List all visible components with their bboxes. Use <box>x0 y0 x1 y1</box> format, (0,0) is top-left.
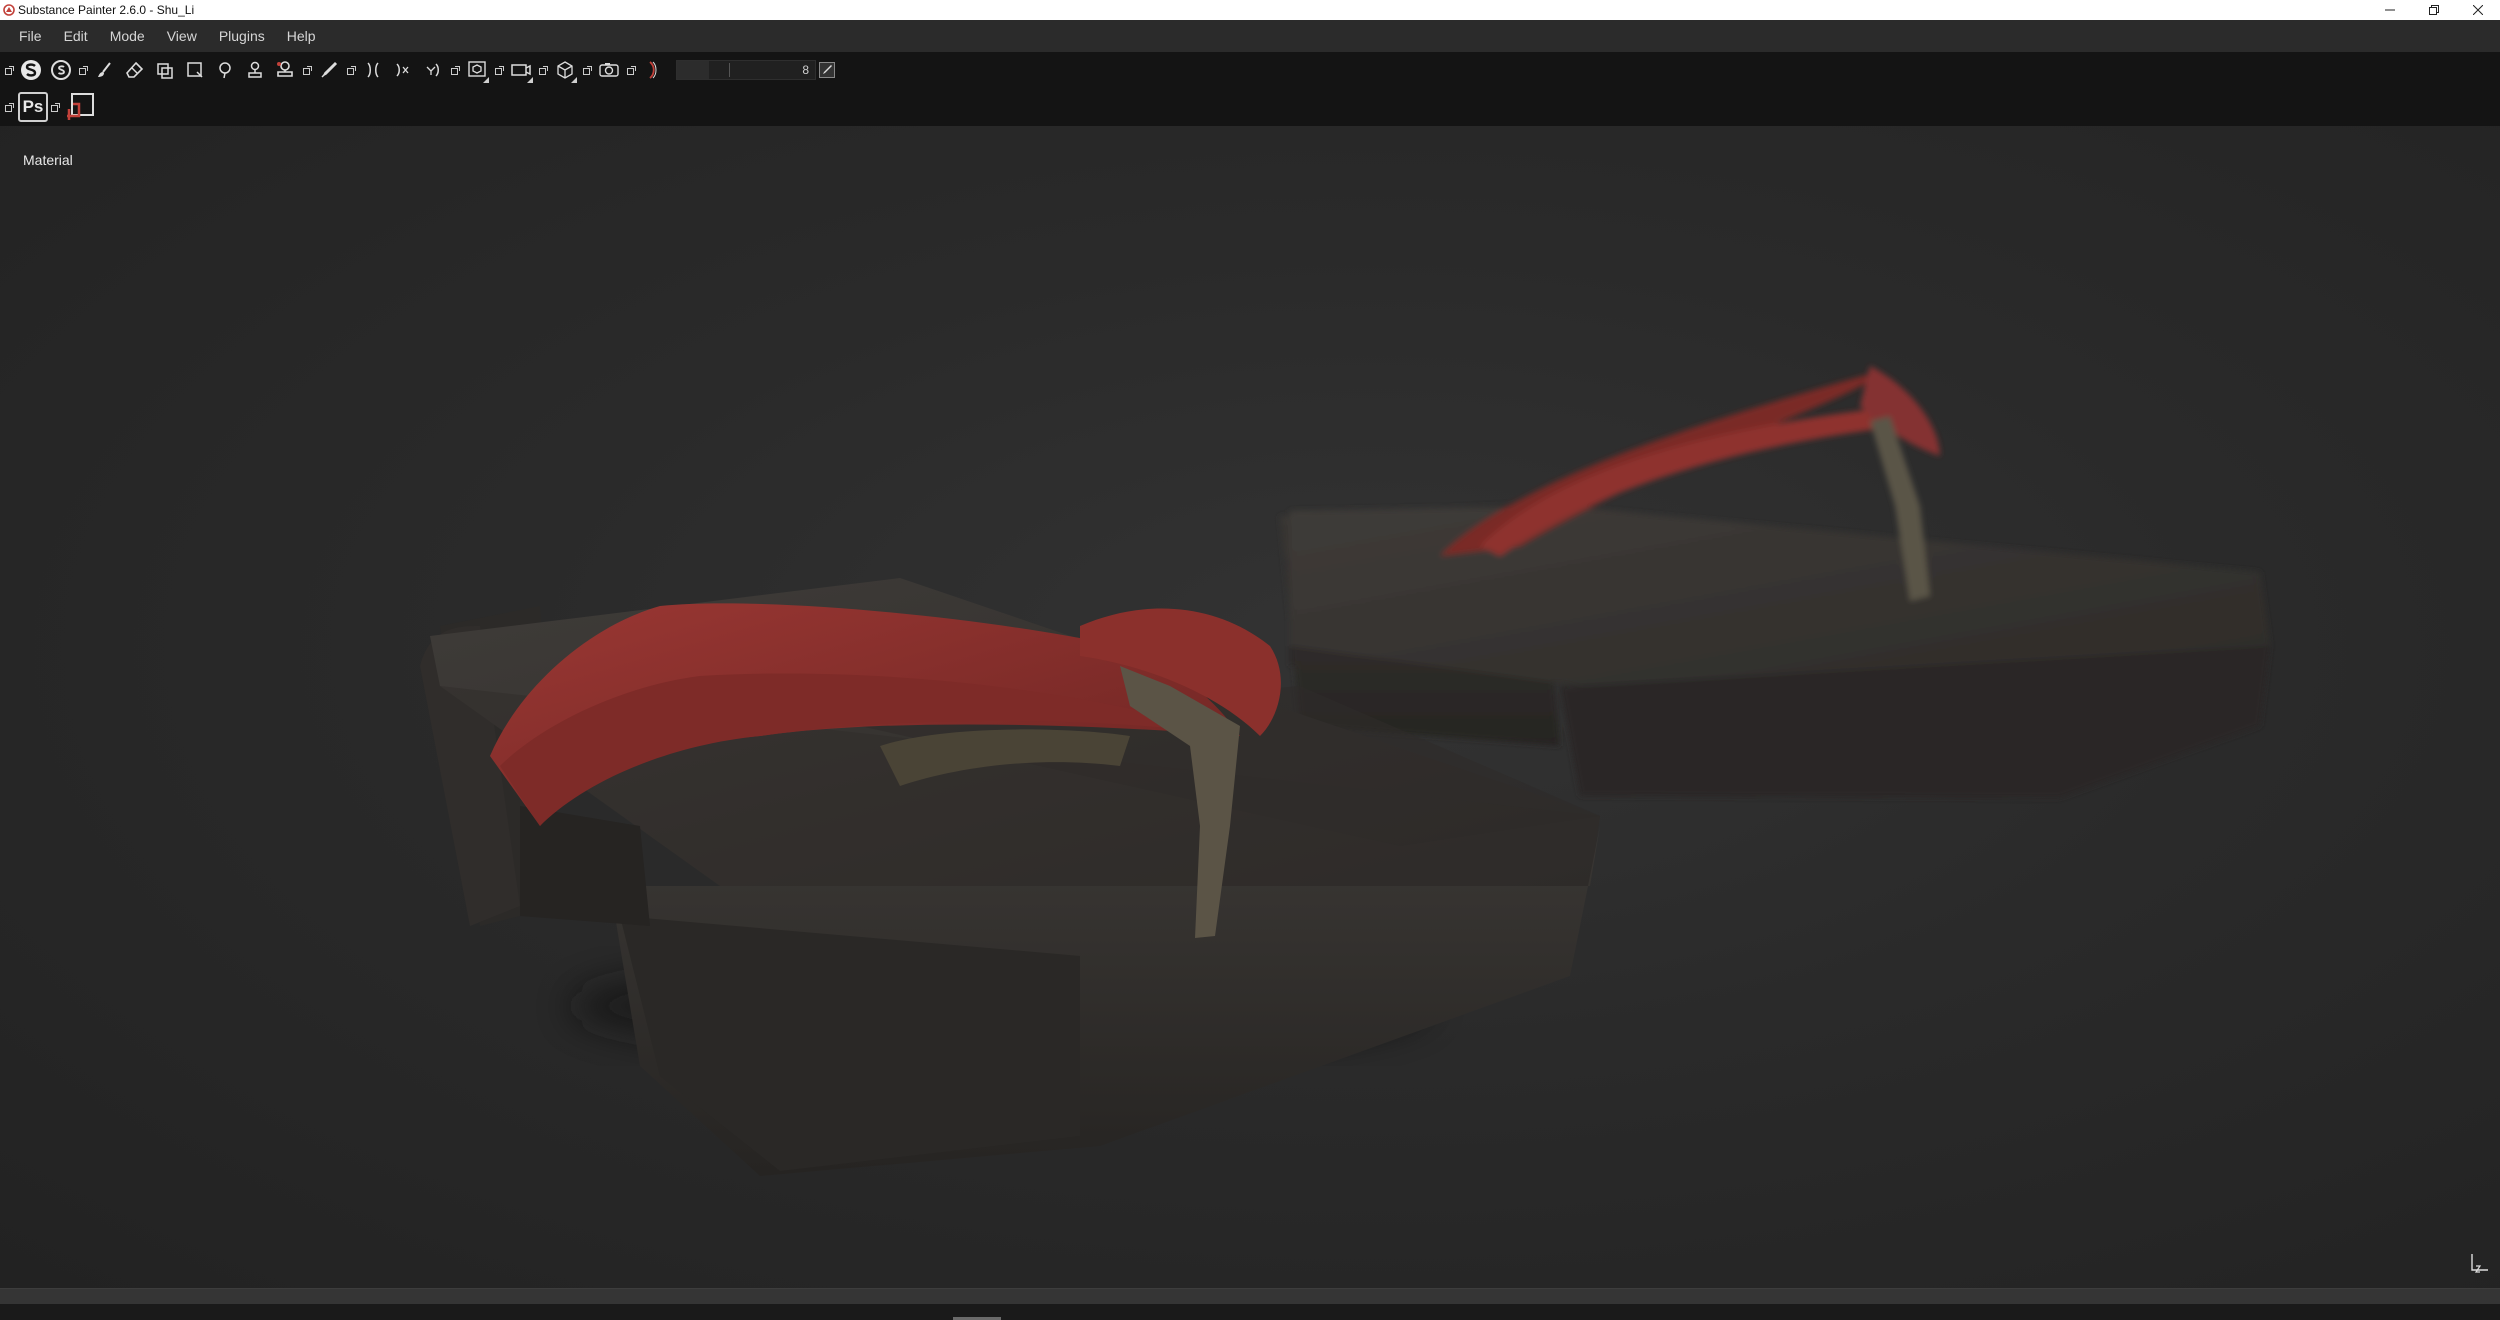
symmetry-y-button[interactable] <box>418 55 448 85</box>
symmetry-tool-button[interactable] <box>358 55 388 85</box>
detach-icon <box>346 65 356 75</box>
clone-icon <box>248 61 262 78</box>
axis-gizmo-icon <box>2471 1254 2488 1273</box>
viewport-mode-label: Material <box>23 152 73 168</box>
brush-size-fill <box>677 61 709 79</box>
detach-icon <box>450 65 460 75</box>
projection-icon <box>157 63 173 79</box>
polygon-fill-tool-button[interactable] <box>180 55 210 85</box>
material-picker-tool-button[interactable] <box>270 55 300 85</box>
detach-toggle[interactable] <box>624 55 638 85</box>
substance-painter-logo-icon <box>3 4 15 16</box>
camera-mode-button[interactable] <box>506 55 536 85</box>
smudge-tool-button[interactable] <box>210 55 240 85</box>
brush-edit-button[interactable] <box>816 55 838 85</box>
brush-size-marker <box>729 63 730 77</box>
symmetry-bracket-icon <box>649 61 657 79</box>
menu-bar: File Edit Mode View Plugins Help <box>0 20 2500 52</box>
detach-icon <box>4 65 14 75</box>
substance-source-button[interactable] <box>16 55 46 85</box>
clone-tool-button[interactable] <box>240 55 270 85</box>
detach-icon <box>78 65 88 75</box>
screenshot-icon <box>599 63 619 77</box>
material-picker-icon <box>277 61 293 77</box>
symmetry-y-icon <box>426 63 439 77</box>
detach-toggle[interactable] <box>2 92 16 122</box>
close-icon <box>2473 5 2483 15</box>
detach-icon <box>538 65 548 75</box>
pencil-icon <box>819 62 835 78</box>
resources-updater-button[interactable] <box>62 92 98 122</box>
window-controls <box>2368 0 2500 20</box>
viewport-bottom-strip <box>0 1288 2500 1304</box>
detach-toggle[interactable] <box>492 55 506 85</box>
restore-button[interactable] <box>2412 0 2456 20</box>
detach-icon <box>302 65 312 75</box>
substance-share-icon <box>51 60 71 80</box>
menu-mode[interactable]: Mode <box>99 20 156 52</box>
brush-size-slider[interactable]: 8 <box>676 60 816 80</box>
photoshop-export-button[interactable]: Ps <box>18 92 48 122</box>
menu-file[interactable]: File <box>8 20 53 52</box>
close-button[interactable] <box>2456 0 2500 20</box>
symmetry-icon <box>367 62 379 78</box>
pipette-tool-button[interactable] <box>314 55 344 85</box>
display-mode-button[interactable] <box>462 55 492 85</box>
paint-icon <box>98 62 111 77</box>
symmetry-x-button[interactable] <box>388 55 418 85</box>
detach-toggle[interactable] <box>580 55 594 85</box>
menu-view[interactable]: View <box>156 20 208 52</box>
detach-toggle[interactable] <box>344 55 358 85</box>
status-bar <box>0 1304 2500 1320</box>
detach-toggle[interactable] <box>300 55 314 85</box>
smudge-icon <box>219 62 231 79</box>
eraser-icon <box>126 61 144 78</box>
pipette-icon <box>321 61 338 78</box>
detach-icon <box>50 102 60 112</box>
detach-icon <box>4 102 14 112</box>
screenshot-button[interactable] <box>594 55 624 85</box>
minimize-button[interactable] <box>2368 0 2412 20</box>
detach-toggle[interactable] <box>536 55 550 85</box>
menu-help[interactable]: Help <box>276 20 327 52</box>
3d-viewport[interactable]: Material <box>0 126 2500 1288</box>
projection-tool-button[interactable] <box>150 55 180 85</box>
back-sandal <box>1280 366 2270 798</box>
minimize-icon <box>2385 9 2395 11</box>
tool-toolbar: 8 <box>0 52 2500 88</box>
substance-share-button[interactable] <box>46 55 76 85</box>
symmetry-x-icon <box>396 63 409 77</box>
resources-updater-icon <box>67 93 94 120</box>
paint-tool-button[interactable] <box>90 55 120 85</box>
detach-icon <box>494 65 504 75</box>
substance-logo-icon <box>21 60 41 80</box>
title-bar: Substance Painter 2.6.0 - Shu_Li <box>0 0 2500 20</box>
polygon-fill-icon <box>187 62 203 78</box>
menu-edit[interactable]: Edit <box>53 20 99 52</box>
detach-toggle[interactable] <box>48 92 62 122</box>
geta-sandals-render <box>420 366 2270 1176</box>
detach-toggle[interactable] <box>2 55 16 85</box>
detach-toggle[interactable] <box>448 55 462 85</box>
menu-plugins[interactable]: Plugins <box>208 20 276 52</box>
detach-toggle[interactable] <box>76 55 90 85</box>
detach-icon <box>626 65 636 75</box>
symmetry-red-button[interactable] <box>638 55 668 85</box>
eraser-tool-button[interactable] <box>120 55 150 85</box>
plugin-toolbar: Ps <box>0 88 2500 126</box>
restore-icon <box>2429 5 2439 15</box>
view-cube-button[interactable] <box>550 55 580 85</box>
brush-size-value: 8 <box>802 63 809 77</box>
window-title: Substance Painter 2.6.0 - Shu_Li <box>18 3 195 17</box>
detach-icon <box>582 65 592 75</box>
